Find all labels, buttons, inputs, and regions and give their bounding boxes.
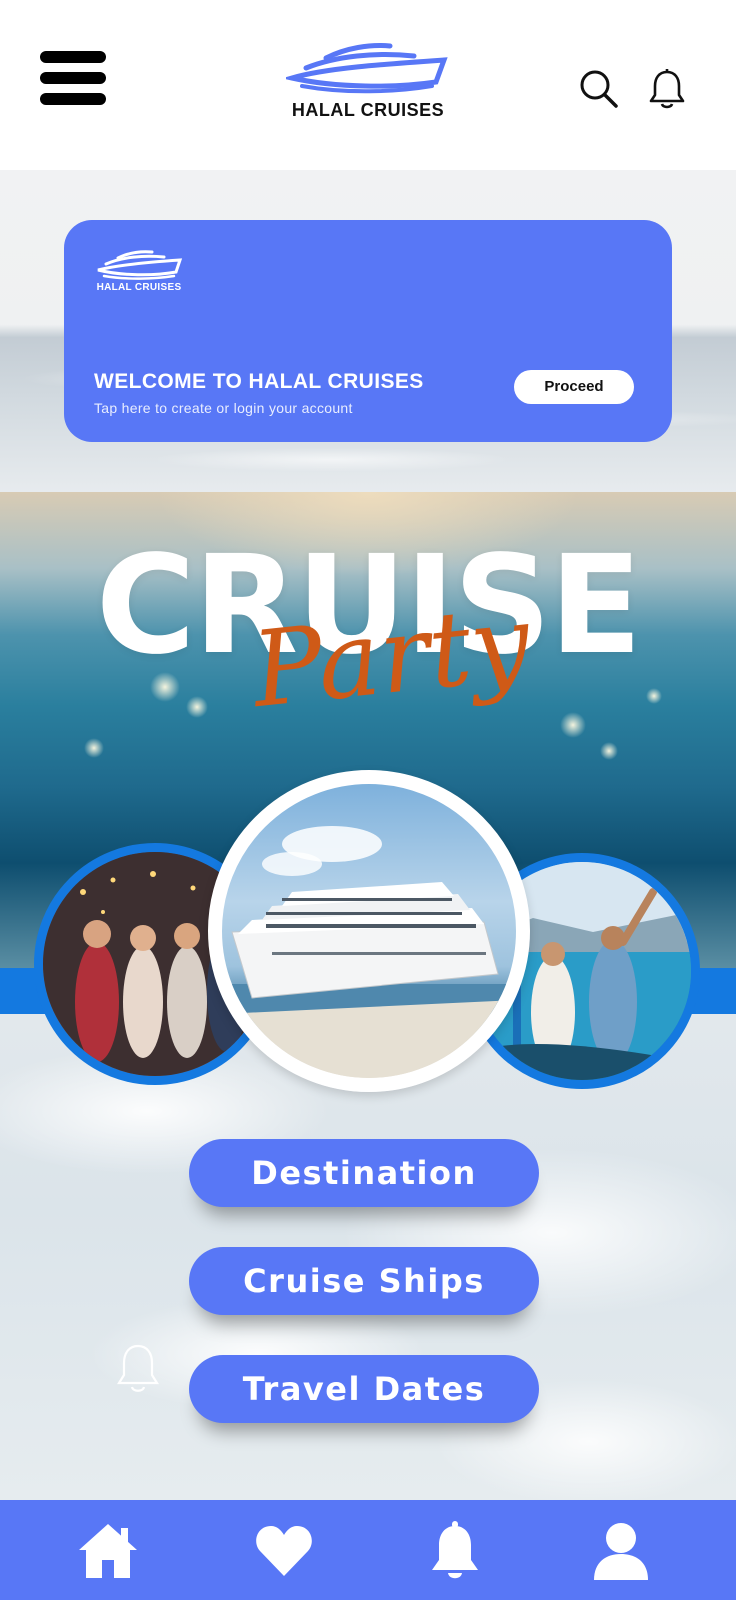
destination-button[interactable]: Destination — [189, 1139, 539, 1207]
bell-icon[interactable] — [646, 68, 688, 110]
ship-logo-icon — [97, 250, 183, 280]
cruise-ship-photo[interactable] — [208, 770, 530, 1092]
bottom-navigation — [0, 1500, 736, 1600]
proceed-button[interactable]: Proceed — [514, 370, 634, 404]
welcome-subtitle: Tap here to create or login your account — [94, 400, 353, 416]
cruise-ships-button[interactable]: Cruise Ships — [189, 1247, 539, 1315]
travel-dates-button[interactable]: Travel Dates — [189, 1355, 539, 1423]
menu-bar — [40, 72, 106, 84]
sparkle — [84, 738, 104, 758]
user-icon[interactable] — [590, 1520, 652, 1582]
bell-icon[interactable] — [424, 1520, 486, 1582]
menu-bar — [40, 51, 106, 63]
card-brand-name: HALAL CRUISES — [96, 282, 182, 293]
sparkle — [186, 696, 208, 718]
heart-icon[interactable] — [253, 1520, 315, 1582]
card-brand-logo: HALAL CRUISES — [94, 248, 184, 296]
menu-bar — [40, 93, 106, 105]
sparkle — [600, 742, 618, 760]
ship-logo-icon — [286, 43, 448, 94]
search-icon[interactable] — [578, 68, 620, 110]
app-header: HALAL CRUISES — [0, 0, 736, 170]
hamburger-menu-icon[interactable] — [40, 48, 108, 110]
sparkle — [560, 712, 586, 738]
brand-name: HALAL CRUISES — [291, 100, 445, 120]
home-icon[interactable] — [77, 1520, 139, 1582]
welcome-title: WELCOME TO HALAL CRUISES — [94, 370, 424, 393]
sparkle — [646, 688, 662, 704]
hero-script-title: Party — [246, 580, 536, 732]
faded-bell-icon — [114, 1342, 162, 1398]
brand-logo[interactable]: HALAL CRUISES — [282, 38, 454, 124]
welcome-card[interactable]: HALAL CRUISES WELCOME TO HALAL CRUISES T… — [64, 220, 672, 442]
